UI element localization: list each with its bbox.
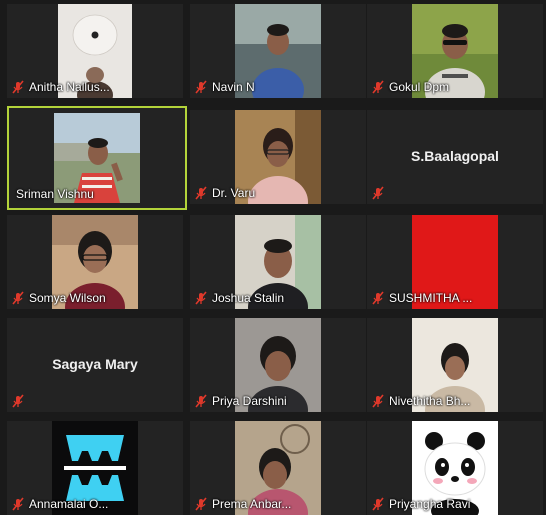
mic-muted-icon <box>194 186 208 200</box>
participant-label: Gokul Dpm <box>371 79 449 95</box>
mic-muted-icon <box>11 394 25 408</box>
participant-label <box>371 185 385 201</box>
participant-label: Dr. Varu <box>194 185 255 201</box>
participant-tile[interactable]: S.Baalagopal <box>367 110 543 204</box>
participant-tile[interactable]: Navin N <box>190 4 366 98</box>
participant-label: Sriman Vishnu <box>16 186 94 202</box>
participant-tile[interactable]: Gokul Dpm <box>367 4 543 98</box>
mic-muted-icon <box>194 497 208 511</box>
participant-label: SUSHMITHA ... <box>371 290 472 306</box>
participant-name: Priyangha Ravi <box>389 497 471 511</box>
mic-muted-icon <box>11 80 25 94</box>
participant-tile[interactable]: Joshua Stalin <box>190 215 366 309</box>
participant-tile[interactable]: Dr. Varu <box>190 110 366 204</box>
participant-tile[interactable]: Nivethitha Bh... <box>367 318 543 412</box>
participant-tile[interactable]: Annamalai O... <box>7 421 183 515</box>
participant-label: Navin N <box>194 79 255 95</box>
participant-label: Joshua Stalin <box>194 290 284 306</box>
mic-muted-icon <box>371 291 385 305</box>
mic-muted-icon <box>371 186 385 200</box>
participant-name: Nivethitha Bh... <box>389 394 471 408</box>
participant-name: Gokul Dpm <box>389 80 450 94</box>
participant-name: Annamalai O... <box>29 497 109 511</box>
participant-tile[interactable]: Priya Darshini <box>190 318 366 412</box>
mic-muted-icon <box>11 497 25 511</box>
participant-label <box>11 393 25 409</box>
participant-tile[interactable]: Somya Wilson <box>7 215 183 309</box>
participant-tile[interactable]: SUSHMITHA ... <box>367 215 543 309</box>
participant-name: Priya Darshini <box>212 394 287 408</box>
participant-name-display: S.Baalagopal <box>411 148 499 164</box>
participant-label: Priyangha Ravi <box>371 496 470 512</box>
participant-tile-active-speaker[interactable]: Sriman Vishnu <box>7 106 187 210</box>
mic-muted-icon <box>194 291 208 305</box>
participant-tile[interactable]: Sagaya Mary <box>7 318 183 412</box>
gallery-grid: Anitha Nallus... Navin N Gokul Dpm Srima… <box>0 0 546 515</box>
mic-muted-icon <box>11 291 25 305</box>
participant-tile[interactable]: Anitha Nallus... <box>7 4 183 98</box>
participant-name: Prema Anbar... <box>212 497 292 511</box>
participant-label: Prema Anbar... <box>194 496 291 512</box>
participant-label: Anitha Nallus... <box>11 79 110 95</box>
mic-muted-icon <box>371 394 385 408</box>
participant-name-display: Sagaya Mary <box>52 356 138 372</box>
participant-tile[interactable]: Priyangha Ravi <box>367 421 543 515</box>
participant-name: Dr. Varu <box>212 186 256 200</box>
participant-name: Anitha Nallus... <box>29 80 110 94</box>
participant-label: Somya Wilson <box>11 290 106 306</box>
participant-name: Joshua Stalin <box>212 291 285 305</box>
mic-muted-icon <box>194 80 208 94</box>
participant-label: Nivethitha Bh... <box>371 393 470 409</box>
participant-name: Somya Wilson <box>29 291 106 305</box>
mic-muted-icon <box>371 497 385 511</box>
participant-label: Annamalai O... <box>11 496 108 512</box>
participant-name: SUSHMITHA ... <box>389 291 473 305</box>
mic-muted-icon <box>194 394 208 408</box>
participant-label: Priya Darshini <box>194 393 287 409</box>
participant-name: Sriman Vishnu <box>16 187 94 201</box>
participant-name: Navin N <box>212 80 255 94</box>
participant-tile[interactable]: Prema Anbar... <box>190 421 366 515</box>
mic-muted-icon <box>371 80 385 94</box>
